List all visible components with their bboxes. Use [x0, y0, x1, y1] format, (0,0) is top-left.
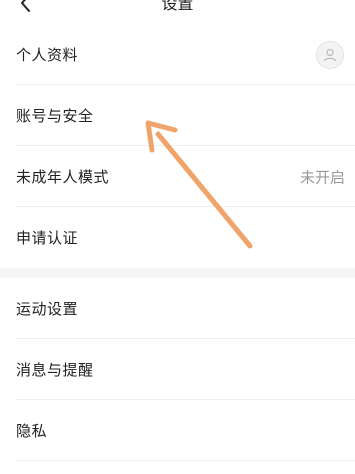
settings-item-sport-settings[interactable]: 运动设置 [0, 278, 355, 339]
section-gap [0, 268, 355, 278]
settings-item-privacy[interactable]: 隐私 [0, 400, 355, 461]
settings-group-general: 运动设置 消息与提醒 隐私 [0, 278, 355, 461]
avatar [316, 40, 344, 69]
settings-item-account-security[interactable]: 账号与安全 [0, 85, 355, 146]
settings-item-label: 申请认证 [16, 229, 79, 247]
header-bar: 设置 [0, 0, 355, 20]
settings-item-label: 消息与提醒 [16, 361, 94, 379]
divider [16, 460, 355, 461]
page-title: 设置 [161, 0, 194, 13]
user-icon [323, 48, 337, 61]
minor-mode-status: 未开启 [299, 168, 345, 186]
settings-item-notifications[interactable]: 消息与提醒 [0, 339, 355, 400]
settings-item-minor-mode[interactable]: 未成年人模式 未开启 [0, 146, 355, 207]
settings-item-profile[interactable]: 个人资料 [0, 24, 355, 85]
settings-item-label: 隐私 [16, 422, 48, 440]
settings-group-account: 个人资料 账号与安全 未成年人模式 未开启 申请认证 [0, 24, 355, 268]
settings-item-label: 账号与安全 [16, 107, 94, 125]
settings-item-apply-verification[interactable]: 申请认证 [0, 207, 355, 268]
settings-item-label: 未成年人模式 [16, 168, 110, 186]
settings-item-label: 运动设置 [16, 300, 79, 318]
settings-item-label: 个人资料 [16, 46, 79, 64]
